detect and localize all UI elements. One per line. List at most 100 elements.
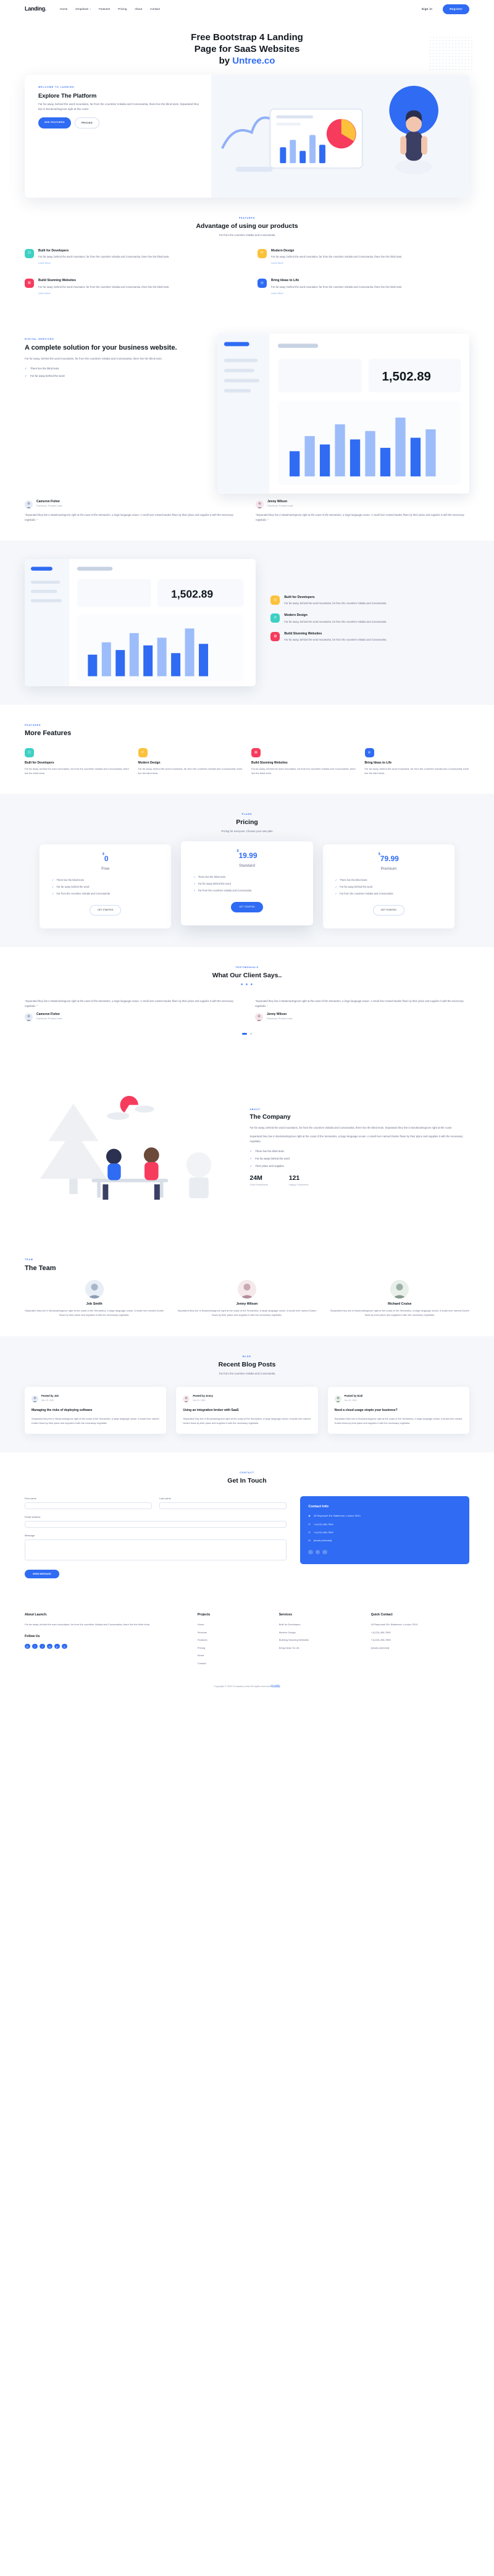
feature-text: Far far away, behind the word mountains,… bbox=[271, 285, 403, 288]
blog-card[interactable]: Posted by Job Dec 20, 2020 Managing the … bbox=[25, 1387, 167, 1434]
feature-title: Modern Design bbox=[271, 248, 295, 253]
carousel-dots[interactable] bbox=[25, 1032, 469, 1037]
more-features-grid: ◱ Built for Developers Far far away, beh… bbox=[25, 747, 469, 775]
feature-text: Far far away, behind the word mountains,… bbox=[251, 767, 356, 775]
footer-link[interactable]: Home bbox=[198, 1622, 268, 1627]
plan-feature: Far from the countries Vokalia and Conso… bbox=[193, 889, 300, 893]
dot-pattern-decoration bbox=[429, 36, 473, 72]
nav-item-about[interactable]: About bbox=[135, 7, 142, 12]
feature-card: ▤ Build Stunning Websites Far far away, … bbox=[251, 747, 356, 775]
currency-symbol: $ bbox=[378, 852, 380, 857]
pricing-heading: Pricing bbox=[236, 819, 258, 827]
hero-title-brand: Untree.co bbox=[232, 55, 275, 66]
code-icon: ◱ bbox=[270, 595, 280, 605]
register-button[interactable]: Register bbox=[443, 4, 469, 15]
advantage-heading: Advantage of using our products bbox=[196, 222, 298, 230]
carousel-dot[interactable] bbox=[250, 1033, 253, 1035]
footer-link[interactable]: Contact bbox=[198, 1661, 268, 1665]
get-started-button[interactable]: GET STARTED bbox=[231, 901, 263, 913]
instagram-icon[interactable]: ◎ bbox=[25, 1643, 30, 1649]
pinterest-icon[interactable]: p bbox=[54, 1643, 60, 1649]
testimonial-item: Cameron Fisher Facebook, Product Lead “S… bbox=[25, 500, 238, 523]
feature-card: ⟳ Modern Design Far far away, behind the… bbox=[138, 747, 243, 775]
linkedin-icon[interactable]: in bbox=[47, 1643, 52, 1649]
footer-projects-title: Projects bbox=[197, 1612, 211, 1617]
footer-link[interactable]: Built for Developers bbox=[279, 1622, 360, 1627]
feature-title: Bring Ideas to Life bbox=[271, 279, 299, 283]
footer-services-title: Services bbox=[278, 1612, 293, 1617]
refresh-icon: ⟳ bbox=[257, 248, 267, 258]
footer-link[interactable]: About bbox=[198, 1653, 268, 1657]
blog-excerpt: Separated they live in Bookmarksgrove ri… bbox=[31, 1416, 159, 1425]
carousel-dot-active[interactable] bbox=[241, 1033, 247, 1035]
message-label: Message bbox=[25, 1533, 35, 1537]
twitter-icon[interactable] bbox=[308, 1549, 313, 1555]
see-features-button[interactable]: SEE FEATURES bbox=[38, 117, 71, 128]
pricing-card-free: $0 Free There live the blind texts Far f… bbox=[40, 844, 172, 929]
nav-item-pricing[interactable]: Pricing bbox=[118, 7, 127, 12]
blog-card[interactable]: Posted by Jenny Dec 20, 2020 Using an in… bbox=[176, 1387, 318, 1434]
nav-item-contact[interactable]: Contact bbox=[150, 7, 160, 12]
blog-title: Need a cloud usage stopto your business? bbox=[334, 1408, 398, 1413]
sign-in-button[interactable]: Sign in bbox=[416, 4, 438, 15]
showcase-screenshot: 1,502.89 bbox=[25, 559, 256, 687]
footer-link[interactable]: Services bbox=[198, 1630, 268, 1635]
footer-social-links[interactable]: ◎ t f in p d bbox=[25, 1643, 186, 1649]
learn-more-link[interactable]: Learn More bbox=[38, 261, 51, 266]
nav-item-dropdown[interactable]: Dropdown bbox=[75, 7, 91, 12]
site-logo[interactable]: Landing. bbox=[25, 4, 46, 14]
footer-link[interactable]: Pricing bbox=[198, 1646, 268, 1650]
blog-grid: Posted by Job Dec 20, 2020 Managing the … bbox=[25, 1387, 469, 1434]
nav-item-home[interactable]: Home bbox=[60, 7, 67, 12]
pricing-card-standard: $19.99 Standard There live the blind tex… bbox=[181, 841, 313, 926]
learn-more-link[interactable]: Learn More bbox=[38, 292, 51, 296]
get-started-button[interactable]: GET STARTED bbox=[89, 904, 122, 916]
contact-info-title: Contact Info bbox=[308, 1504, 329, 1509]
dribbble-icon[interactable]: d bbox=[62, 1643, 67, 1649]
blog-author: Posted by Job bbox=[41, 1394, 59, 1398]
twitter-icon[interactable]: t bbox=[32, 1643, 38, 1649]
copyright-link[interactable]: 网站模板 bbox=[270, 1685, 280, 1688]
message-textarea[interactable] bbox=[25, 1539, 287, 1560]
footer-projects-column: Projects Home Services Features Pricing … bbox=[198, 1613, 268, 1669]
avatar bbox=[256, 500, 264, 508]
testimonial-row: Cameron Fisher Facebook, Product Lead “S… bbox=[25, 494, 469, 523]
company-heading: The Company bbox=[249, 1114, 291, 1121]
stat-item: 24M Total Downloads bbox=[249, 1175, 267, 1188]
pricing-button[interactable]: PRICING bbox=[74, 117, 99, 128]
plan-feature: Far far away behind the word bbox=[335, 885, 442, 889]
learn-more-link[interactable]: Learn More bbox=[271, 292, 283, 296]
company-eyebrow: ABOUT bbox=[249, 1108, 261, 1111]
footer-link[interactable]: Bring Ideas To Life bbox=[279, 1646, 360, 1650]
first-name-group: First name bbox=[25, 1496, 153, 1509]
first-name-input[interactable] bbox=[25, 1502, 153, 1509]
nav-item-features[interactable]: Features bbox=[99, 7, 110, 12]
email-input[interactable] bbox=[25, 1520, 287, 1528]
avatar bbox=[237, 1279, 256, 1299]
blog-card[interactable]: Posted by Niall Dec 20, 2020 Need a clou… bbox=[327, 1387, 469, 1434]
feature-text: Far far away, behind the word mountains,… bbox=[38, 285, 170, 288]
linkedin-icon[interactable] bbox=[322, 1549, 327, 1555]
send-message-button[interactable]: SEND MESSAGE bbox=[25, 1569, 59, 1578]
envelope-icon: ✉ bbox=[308, 1539, 311, 1543]
copyright: Copyright © 2022.Company name All rights… bbox=[25, 1685, 469, 1689]
first-name-label: First name bbox=[25, 1496, 36, 1500]
testimonial-quote: “Separated they live in Bookmarksgrove r… bbox=[25, 513, 233, 521]
learn-more-link[interactable]: Learn More bbox=[271, 261, 283, 266]
feature-card: ▤ Build Stunning Websites Far far away, … bbox=[25, 279, 237, 297]
contact-section: CONTACT Get In Touch First name Last nam… bbox=[0, 1452, 494, 1597]
footer-link[interactable]: Features bbox=[198, 1638, 268, 1642]
get-started-button[interactable]: GET STARTED bbox=[372, 904, 405, 916]
facebook-icon[interactable] bbox=[315, 1549, 320, 1555]
facebook-icon[interactable]: f bbox=[40, 1643, 45, 1649]
last-name-input[interactable] bbox=[159, 1502, 287, 1509]
company-paragraph-2: Separated they live in Bookmarksgrove ri… bbox=[249, 1135, 463, 1143]
footer-link[interactable]: Modern Design bbox=[279, 1630, 360, 1635]
code-icon: ◱ bbox=[25, 747, 34, 757]
contact-info-panel: Contact Info ◉ 43 Raymouth Rd. Baltemoer,… bbox=[300, 1496, 469, 1565]
contact-social-links[interactable] bbox=[308, 1549, 461, 1555]
feature-title: Build Stunning Websites bbox=[38, 279, 77, 283]
price-number: 0 bbox=[104, 854, 109, 864]
footer-link[interactable]: Building Stunning Websites bbox=[279, 1638, 360, 1642]
plan-name: Premium bbox=[380, 867, 397, 872]
